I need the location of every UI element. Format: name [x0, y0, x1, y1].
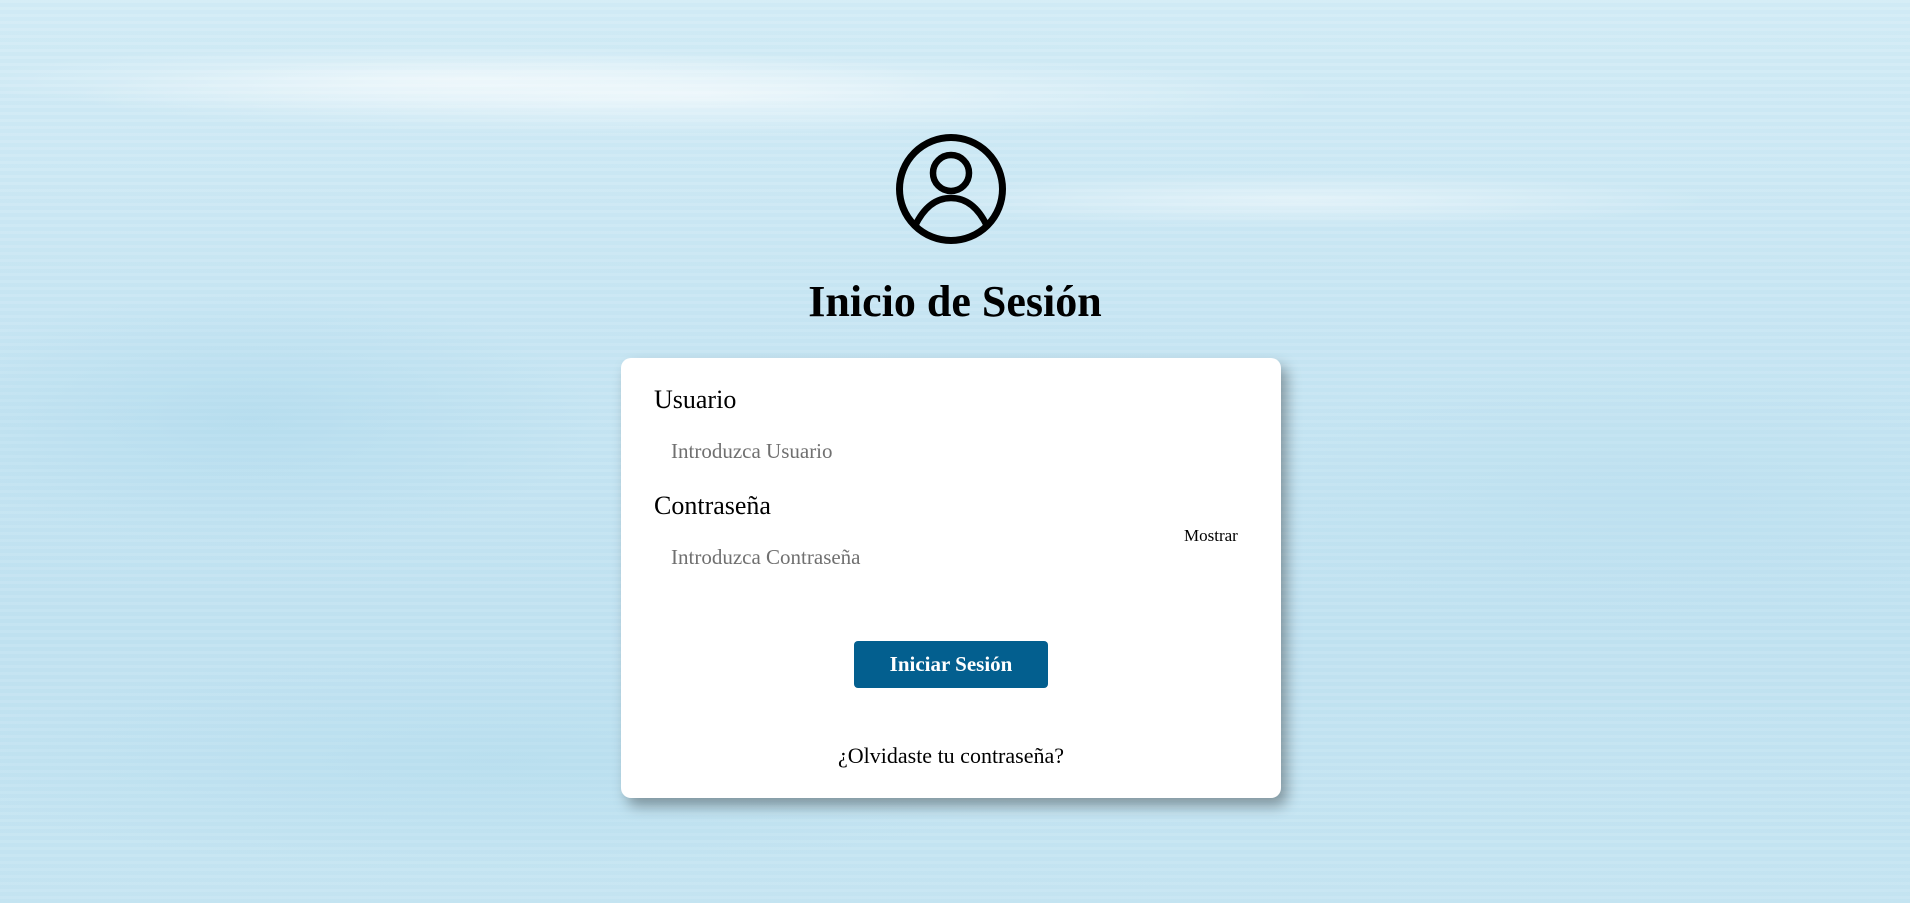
username-label: Usuario: [654, 385, 737, 414]
login-card: Usuario Contraseña Mostrar Iniciar Sesió…: [621, 358, 1281, 798]
login-button[interactable]: Iniciar Sesión: [854, 641, 1048, 688]
password-label: Contraseña: [654, 491, 771, 520]
user-circle-icon: [896, 134, 1006, 244]
password-input[interactable]: [654, 535, 1174, 579]
show-password-toggle[interactable]: Mostrar: [1184, 526, 1238, 546]
forgot-password-link[interactable]: ¿Olvidaste tu contraseña?: [621, 743, 1281, 769]
page-title: Inicio de Sesión: [808, 277, 1102, 326]
username-input[interactable]: [654, 429, 1174, 473]
